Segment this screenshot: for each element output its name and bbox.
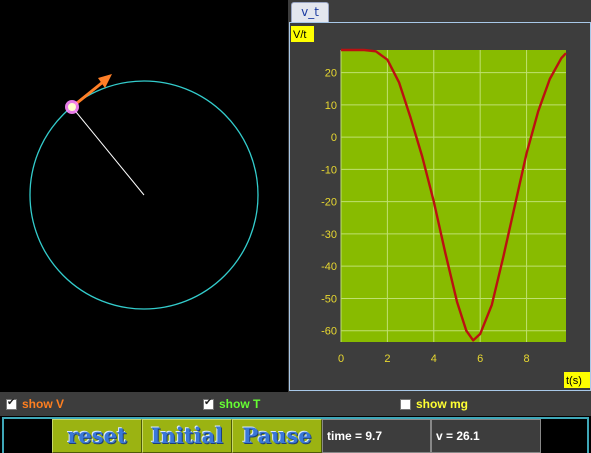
- y-tick-label: -30: [321, 229, 337, 241]
- tab-v-t[interactable]: v_t: [291, 2, 329, 22]
- y-tick-label: -10: [321, 164, 337, 176]
- x-axis-label: t(s): [566, 375, 582, 387]
- show-t-checkbox[interactable]: ✔: [203, 397, 214, 410]
- show-v-label[interactable]: show V: [22, 398, 64, 411]
- y-tick-labels: 20 10 0 -10 -20 -30 -40 -50 -60: [321, 68, 337, 338]
- show-v-checkbox[interactable]: ✔: [6, 397, 17, 410]
- x-tick-labels: 0 2 4 6 8: [338, 353, 530, 365]
- x-tick-label: 0: [338, 353, 344, 365]
- y-tick-label: 20: [325, 68, 337, 80]
- x-tick-label: 6: [477, 353, 483, 365]
- pause-button[interactable]: Pause: [232, 419, 322, 453]
- show-t-label[interactable]: show T: [219, 398, 260, 411]
- y-axis-label: V/t: [293, 29, 306, 41]
- x-tick-label: 4: [431, 353, 437, 365]
- y-tick-label: -60: [321, 326, 337, 338]
- x-tick-label: 8: [524, 353, 530, 365]
- control-bar: reset Initial Pause time = 9.7 v = 26.1: [0, 416, 591, 453]
- initial-button[interactable]: Initial: [142, 419, 232, 453]
- simulation-canvas: [0, 0, 288, 392]
- y-tick-label: 10: [325, 100, 337, 112]
- options-row: ✔ show V ✔ show T ✔ show mg: [0, 392, 591, 416]
- show-mg-checkbox[interactable]: ✔: [400, 399, 411, 410]
- y-tick-label: -50: [321, 293, 337, 305]
- x-tick-label: 2: [384, 353, 390, 365]
- ball[interactable]: [68, 103, 76, 111]
- check-icon: ✔: [7, 397, 16, 408]
- vt-chart: 20 10 0 -10 -20 -30 -40 -50 -60 0 2 4 6 8 V/t t(s): [291, 26, 590, 388]
- graph-frame: 20 10 0 -10 -20 -30 -40 -50 -60 0 2 4 6 8 V/t t(s): [289, 22, 591, 391]
- graph-panel: v_t 20 10 0 -10 -20 -30 -40 -50 -60 0 2 4 6 8 V/t t(…: [288, 0, 591, 392]
- velocity-readout: v = 26.1: [431, 419, 541, 453]
- y-tick-label: 0: [331, 132, 337, 144]
- time-readout: time = 9.7: [322, 419, 431, 453]
- y-tick-label: -40: [321, 261, 337, 273]
- tab-strip: v_t: [288, 0, 591, 22]
- velocity-arrow: [71, 74, 112, 109]
- check-icon: ✔: [204, 397, 213, 408]
- show-mg-label[interactable]: show mg: [416, 398, 468, 411]
- reset-button[interactable]: reset: [52, 419, 142, 453]
- y-tick-label: -20: [321, 197, 337, 209]
- tension-string: [71, 106, 145, 196]
